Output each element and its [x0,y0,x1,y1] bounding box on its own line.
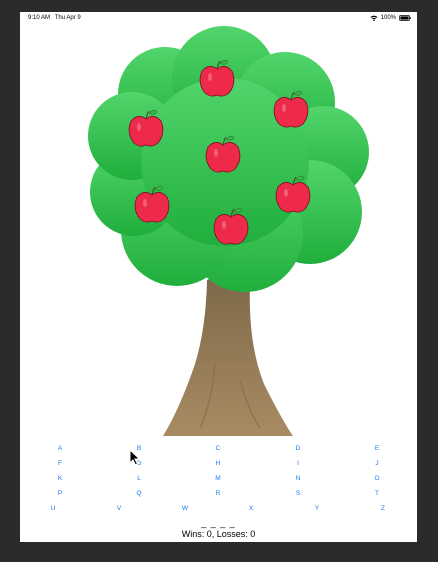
mouse-cursor-icon [129,449,141,466]
letter-button-s[interactable]: S [286,490,310,497]
letter-button-c[interactable]: C [206,445,230,452]
letter-button-n[interactable]: N [286,475,310,482]
letter-button-a[interactable]: A [48,445,72,452]
letter-button-f[interactable]: F [48,460,72,467]
letter-button-o[interactable]: O [365,475,389,482]
letter-button-l[interactable]: L [127,475,151,482]
letter-button-e[interactable]: E [365,445,389,452]
device-screen: 9:10 AM Thu Apr 9 100% A B C D E F G H I… [20,12,417,542]
word-display: _ _ _ _ [201,518,236,528]
letter-button-w[interactable]: W [173,505,197,512]
letter-button-r[interactable]: R [206,490,230,497]
apple-tree [88,26,369,436]
tree-trunk [163,274,293,436]
letter-button-x[interactable]: X [239,505,263,512]
letter-button-v[interactable]: V [107,505,131,512]
letter-button-u[interactable]: U [41,505,65,512]
letter-button-q[interactable]: Q [127,490,151,497]
letter-button-k[interactable]: K [48,475,72,482]
letter-button-i[interactable]: I [286,460,310,467]
letter-button-z[interactable]: Z [371,505,395,512]
letter-button-t[interactable]: T [365,490,389,497]
letter-button-h[interactable]: H [206,460,230,467]
score-label: Wins: 0, Losses: 0 [181,529,256,539]
letter-button-m[interactable]: M [206,475,230,482]
letter-button-p[interactable]: P [48,490,72,497]
letter-button-j[interactable]: J [365,460,389,467]
letter-button-d[interactable]: D [286,445,310,452]
letter-button-y[interactable]: Y [305,505,329,512]
